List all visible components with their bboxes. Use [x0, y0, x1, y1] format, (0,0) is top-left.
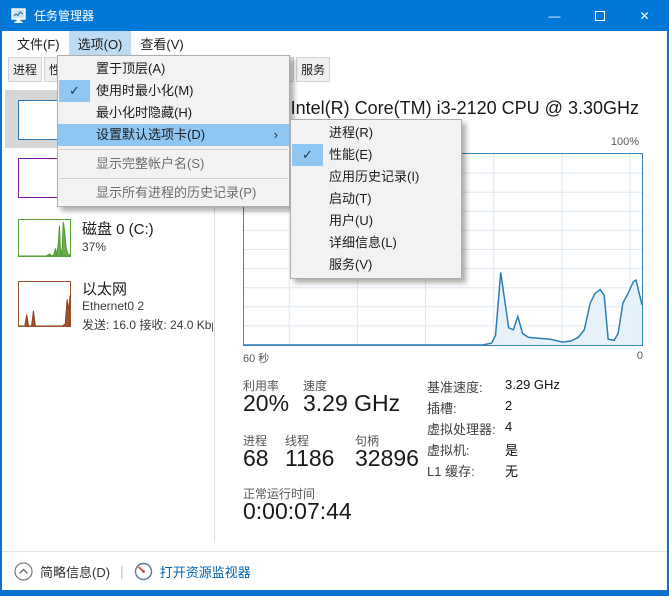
x-right-label: 0	[637, 350, 643, 366]
disk-thumbnail[interactable]	[18, 219, 71, 257]
x-axis-labels: 60 秒 0	[243, 350, 643, 366]
disk-title[interactable]: 磁盘 0 (C:)	[82, 218, 154, 239]
menu-item-show-history-all-processes: 显示所有进程的历史记录(P)	[58, 182, 289, 204]
menu-item-set-default-tab[interactable]: 设置默认选项卡(D) ›	[58, 124, 289, 146]
submenu-item-processes[interactable]: 进程(R)	[291, 122, 461, 144]
base-speed-value: 3.29 GHz	[505, 377, 560, 392]
window-title: 任务管理器	[34, 7, 94, 24]
minimize-button[interactable]: —	[532, 0, 577, 31]
submenu-item-services[interactable]: 服务(V)	[291, 254, 461, 276]
disk-sparkline	[19, 220, 70, 256]
open-resource-monitor-link[interactable]: 打开资源监视器	[160, 562, 251, 581]
processes-value: 68	[243, 445, 269, 472]
ethernet-adapter: Ethernet0 2	[82, 299, 213, 313]
maximize-button[interactable]	[577, 0, 622, 31]
close-button[interactable]: ✕	[622, 0, 667, 31]
default-tab-submenu: 进程(R) ✓性能(E) 应用历史记录(I) 启动(T) 用户(U) 详细信息(…	[290, 119, 462, 279]
cpu-name: Intel(R) Core(TM) i3-2120 CPU @ 3.30GHz	[291, 98, 639, 119]
ethernet-thumbnail[interactable]	[18, 281, 71, 327]
resource-monitor-icon	[134, 562, 153, 581]
utilization-value: 20%	[243, 390, 289, 417]
handles-value: 32896	[355, 445, 419, 472]
submenu-item-details[interactable]: 详细信息(L)	[291, 232, 461, 254]
options-menu: 置于顶层(A) ✓使用时最小化(M) 最小化时隐藏(H) 设置默认选项卡(D) …	[57, 55, 290, 207]
submenu-arrow-icon: ›	[274, 124, 278, 146]
menu-item-hide-when-minimized[interactable]: 最小化时隐藏(H)	[58, 102, 289, 124]
virtual-machine-label: 虚拟机:	[427, 440, 470, 459]
ethernet-sparkline	[19, 282, 70, 326]
maximize-icon	[595, 11, 605, 21]
menu-item-always-on-top[interactable]: 置于顶层(A)	[58, 58, 289, 80]
submenu-item-app-history[interactable]: 应用历史记录(I)	[291, 166, 461, 188]
submenu-item-startup[interactable]: 启动(T)	[291, 188, 461, 210]
minimize-icon: —	[549, 9, 561, 23]
footer-divider: |	[120, 563, 124, 579]
footer: 简略信息(D) | 打开资源监视器	[2, 551, 667, 590]
task-manager-window: 任务管理器 — ✕ 文件(F) 选项(O) 查看(V) 进程 性能 应用历史记录…	[0, 0, 669, 596]
check-icon: ✓	[59, 80, 90, 102]
close-icon: ✕	[639, 9, 649, 23]
ethernet-title[interactable]: 以太网	[82, 278, 127, 299]
tab-processes[interactable]: 进程	[8, 57, 42, 82]
l1-cache-label: L1 缓存:	[427, 461, 475, 480]
menu-file[interactable]: 文件(F)	[8, 31, 69, 55]
submenu-item-performance[interactable]: ✓性能(E)	[291, 144, 461, 166]
details-toggle[interactable]: 简略信息(D)	[40, 562, 110, 581]
disk-usage: 37%	[82, 240, 213, 254]
tab-services[interactable]: 服务	[296, 57, 330, 82]
chevron-up-circle-icon	[14, 562, 33, 581]
titlebar[interactable]: 任务管理器 — ✕	[2, 0, 667, 31]
menu-separator	[59, 178, 288, 179]
x-left-label: 60 秒	[243, 350, 269, 366]
virtual-processors-label: 虚拟处理器:	[427, 419, 496, 438]
sockets-value: 2	[505, 398, 512, 413]
virtual-machine-value: 是	[505, 440, 518, 459]
sockets-label: 插槽:	[427, 398, 457, 417]
check-icon: ✓	[292, 144, 323, 166]
task-manager-app-icon	[11, 8, 27, 24]
base-speed-label: 基准速度:	[427, 377, 483, 396]
virtual-processors-value: 4	[505, 419, 512, 434]
submenu-item-users[interactable]: 用户(U)	[291, 210, 461, 232]
y-axis-max-label: 100%	[611, 136, 639, 148]
menu-options[interactable]: 选项(O)	[69, 31, 132, 55]
menu-view[interactable]: 查看(V)	[131, 31, 192, 55]
speed-value: 3.29 GHz	[303, 390, 400, 417]
menubar: 文件(F) 选项(O) 查看(V)	[2, 31, 667, 55]
menu-separator	[59, 149, 288, 150]
menu-item-show-full-account-name: 显示完整帐户名(S)	[58, 153, 289, 175]
l1-cache-value: 无	[505, 461, 518, 480]
ethernet-throughput: 发送: 16.0 接收: 24.0 Kbps	[82, 316, 213, 333]
menu-item-minimize-on-use[interactable]: ✓使用时最小化(M)	[58, 80, 289, 102]
uptime-value: 0:00:07:44	[243, 498, 352, 525]
threads-value: 1186	[285, 445, 334, 472]
